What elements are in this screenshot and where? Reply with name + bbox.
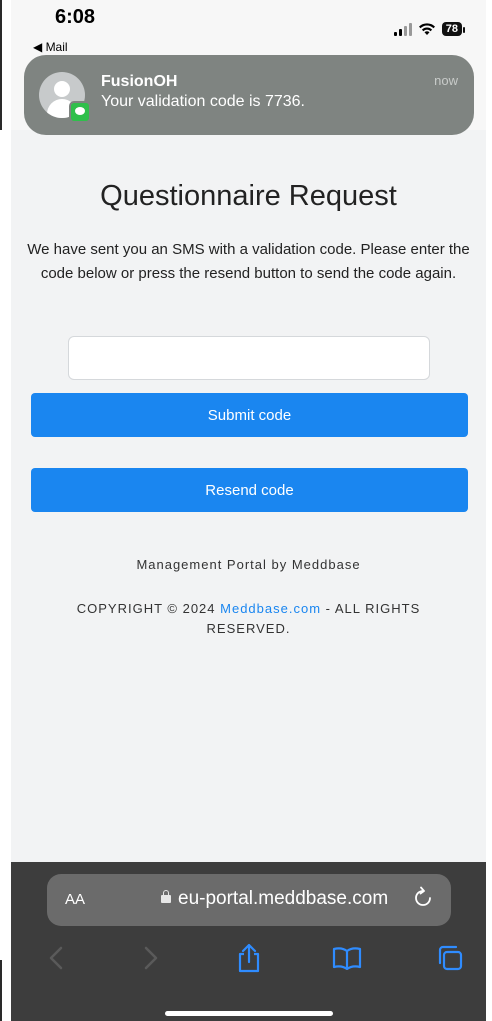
- signal-icon: [393, 22, 412, 36]
- page-title: Questionnaire Request: [100, 180, 397, 212]
- reload-icon[interactable]: [413, 886, 433, 908]
- notification-message: Your validation code is 7736.: [101, 93, 305, 110]
- tabs-icon[interactable]: [430, 938, 470, 978]
- copyright-prefix: COPYRIGHT © 2024: [76, 601, 221, 616]
- battery-icon: 78: [441, 22, 466, 36]
- status-time: 6:08: [55, 6, 96, 28]
- notification-app-name: FusionOH: [101, 73, 178, 90]
- instructions-text: We have sent you an SMS with a validatio…: [27, 241, 470, 282]
- browser-nav-row: [11, 938, 486, 982]
- resend-code-button[interactable]: Resend code: [31, 468, 468, 512]
- home-indicator[interactable]: [165, 1011, 333, 1016]
- back-to-app-link[interactable]: ◀ Mail: [33, 40, 68, 54]
- footer-copyright: COPYRIGHT © 2024 Meddbase.com - ALL RIGH…: [51, 599, 446, 639]
- forward-icon[interactable]: [131, 938, 171, 978]
- status-icons: 78: [393, 22, 466, 36]
- phone-screen: 6:08 ◀ Mail 78 FusionOH Your validation …: [11, 0, 486, 1021]
- url-text: eu-portal.meddbase.com: [178, 888, 389, 909]
- footer-brand: Management Portal by Meddbase: [136, 557, 361, 572]
- browser-toolbar: AA eu-portal.meddbase.com: [11, 862, 486, 1021]
- share-icon[interactable]: [229, 938, 269, 978]
- messages-badge-icon: [69, 101, 91, 123]
- back-icon[interactable]: [36, 938, 76, 978]
- notification-time: now: [434, 73, 458, 88]
- text-size-button[interactable]: AA: [65, 891, 85, 908]
- meddbase-link[interactable]: Meddbase.com: [220, 601, 321, 616]
- submit-code-button[interactable]: Submit code: [31, 393, 468, 437]
- address-bar[interactable]: AA eu-portal.meddbase.com: [47, 874, 451, 926]
- sms-notification-banner[interactable]: FusionOH Your validation code is 7736. n…: [24, 55, 474, 135]
- lock-icon: [161, 890, 171, 903]
- wifi-icon: [418, 23, 435, 35]
- validation-code-input[interactable]: [68, 336, 430, 380]
- left-edge-rule-bottom: [0, 960, 2, 1021]
- left-edge-rule: [0, 0, 2, 130]
- bookmarks-icon[interactable]: [327, 938, 367, 978]
